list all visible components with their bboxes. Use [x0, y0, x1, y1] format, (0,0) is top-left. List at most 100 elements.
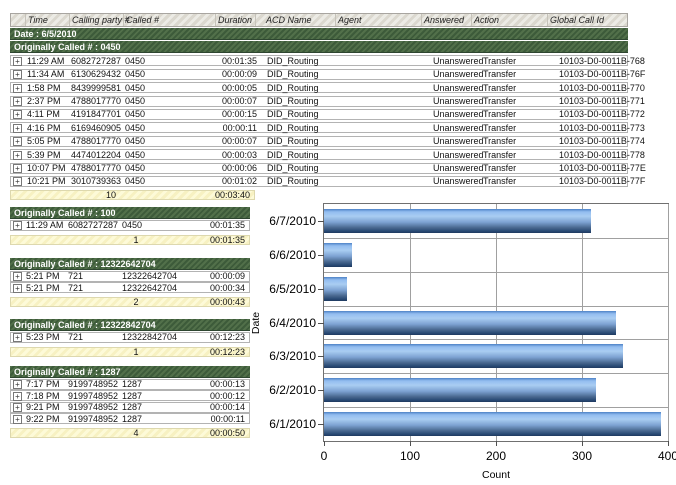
- expand-icon[interactable]: +: [13, 97, 22, 106]
- expand-icon[interactable]: +: [13, 380, 22, 389]
- x-axis-tick: [410, 441, 411, 446]
- cell-calling: 9199748952: [68, 391, 122, 401]
- expand-icon[interactable]: +: [13, 57, 22, 66]
- group-header-label: Originally Called # : 12322842704: [14, 320, 156, 330]
- cell-duration: 00:01:35: [217, 56, 257, 66]
- cell-global_id: 10103-D0-0011B-774: [559, 136, 645, 146]
- expand-icon[interactable]: +: [13, 137, 22, 146]
- expand-cell: +: [13, 96, 27, 106]
- cell-calling: 6130629432: [71, 69, 125, 79]
- cell-time: 9:22 PM: [26, 414, 68, 424]
- expand-icon[interactable]: +: [13, 124, 22, 133]
- y-axis-tick: [318, 323, 324, 324]
- expand-icon[interactable]: +: [13, 84, 22, 93]
- expand-icon[interactable]: +: [13, 415, 22, 424]
- cell-calling: 721: [68, 332, 122, 342]
- expand-icon[interactable]: +: [13, 70, 22, 79]
- expand-icon[interactable]: +: [13, 403, 22, 412]
- table-row: +5:21 PM7211232264270400:00:09: [10, 271, 250, 282]
- group-header-label: Originally Called # : 1287: [14, 367, 121, 377]
- cell-acd: DID_Routing: [257, 96, 347, 106]
- group-section: Originally Called # : 1287+7:17 PM919974…: [10, 365, 250, 438]
- expand-icon[interactable]: +: [13, 151, 22, 160]
- expand-icon[interactable]: +: [13, 221, 22, 230]
- cell-calling: 8439999581: [71, 83, 125, 93]
- cell-answered: Unanswered: [433, 109, 483, 119]
- cell-duration: 00:12:23: [200, 332, 249, 342]
- expand-icon[interactable]: +: [13, 392, 22, 401]
- cell-calling: 9199748952: [68, 402, 122, 412]
- expand-icon[interactable]: +: [13, 272, 22, 281]
- call-detail-table: TimeCalling party #Called #DurationACD N…: [10, 13, 628, 200]
- cell-called: 0450: [125, 150, 217, 160]
- horizontal-gridline: [324, 373, 668, 374]
- bar-6-2-2010: [324, 378, 596, 402]
- cell-duration: 00:00:09: [217, 69, 257, 79]
- table-row: +5:21 PM7211232264270400:00:34: [10, 282, 250, 293]
- summary-call-count: 10: [89, 190, 133, 200]
- expand-cell: +: [13, 414, 26, 424]
- column-header-0: Time: [25, 14, 69, 26]
- cell-time: 4:16 PM: [27, 123, 71, 133]
- expand-cell: +: [13, 379, 26, 389]
- column-header-8: Global Call Id: [547, 14, 627, 26]
- group-summary-row: 400:00:50: [10, 428, 250, 438]
- expand-cell: +: [13, 109, 27, 119]
- expand-cell: +: [13, 136, 27, 146]
- table-row: +5:39 PM4474012204045000:00:03DID_Routin…: [10, 149, 628, 160]
- cell-acd: DID_Routing: [257, 69, 347, 79]
- cell-global_id: 10103-D0-0011B-76F: [559, 69, 645, 79]
- expand-icon[interactable]: +: [13, 284, 22, 293]
- group-summary-row: 100:12:23: [10, 347, 250, 357]
- group-section: Originally Called # : 12322842704+5:23 P…: [10, 318, 250, 357]
- column-header-7: Action: [471, 14, 547, 26]
- horizontal-gridline: [324, 339, 668, 340]
- cell-duration: 00:00:07: [217, 136, 257, 146]
- cell-time: 5:39 PM: [27, 150, 71, 160]
- summary-total-duration: 00:03:40: [133, 190, 254, 200]
- group-header-bar: Originally Called # : 0450: [10, 41, 628, 53]
- expand-icon[interactable]: +: [13, 110, 22, 119]
- cell-acd: DID_Routing: [257, 123, 347, 133]
- cell-action: Transfer: [483, 123, 559, 133]
- expand-cell: +: [13, 150, 27, 160]
- cell-called: 1287: [122, 402, 200, 412]
- y-axis-tick: [318, 255, 324, 256]
- table-rows: +11:29 AM6082727287045000:01:35DID_Routi…: [10, 55, 628, 187]
- cell-calling: 3010739363: [71, 176, 125, 186]
- cell-called: 0450: [125, 69, 217, 79]
- cell-time: 4:11 PM: [27, 109, 71, 119]
- expand-icon[interactable]: +: [13, 164, 22, 173]
- cell-called: 0450: [125, 163, 217, 173]
- table-row: +4:16 PM6169460905045000:00:11DID_Routin…: [10, 122, 628, 133]
- y-axis-tick: [318, 424, 324, 425]
- cell-global_id: 10103-D0-0011B-772: [559, 109, 645, 119]
- cell-time: 2:37 PM: [27, 96, 71, 106]
- expand-icon[interactable]: +: [13, 333, 22, 342]
- cell-calling: 9199748952: [68, 414, 122, 424]
- cell-called: 0450: [125, 56, 217, 66]
- cell-answered: Unanswered: [433, 136, 483, 146]
- table-row: +10:21 PM3010739363045000:01:02DID_Routi…: [10, 176, 628, 187]
- expand-cell: +: [13, 391, 26, 401]
- cell-global_id: 10103-D0-0011B-77E: [559, 163, 646, 173]
- expand-icon[interactable]: +: [13, 177, 22, 186]
- cell-called: 12322642704: [122, 283, 200, 293]
- cell-called: 1287: [122, 414, 200, 424]
- group-header-label: Originally Called # : 0450: [14, 42, 121, 52]
- summary-call-count: 2: [106, 297, 166, 307]
- group-header-bar: Originally Called # : 1287: [10, 366, 250, 378]
- cell-duration: 00:00:03: [217, 150, 257, 160]
- x-axis-tick-label: 200: [486, 449, 506, 463]
- cell-calling: 721: [68, 271, 122, 281]
- table-row: +9:21 PM9199748952128700:00:14: [10, 402, 250, 413]
- expand-cell: +: [13, 332, 26, 342]
- cell-global_id: 10103-D0-0011B-770: [559, 83, 645, 93]
- y-axis-label: 6/3/2010: [232, 349, 316, 363]
- y-axis-label: 6/5/2010: [232, 282, 316, 296]
- cell-time: 7:17 PM: [26, 379, 68, 389]
- summary-total-duration: 00:01:35: [166, 235, 249, 245]
- cell-time: 5:21 PM: [26, 271, 68, 281]
- cell-time: 11:29 AM: [26, 220, 68, 230]
- cell-global_id: 10103-D0-0011B-768: [559, 56, 645, 66]
